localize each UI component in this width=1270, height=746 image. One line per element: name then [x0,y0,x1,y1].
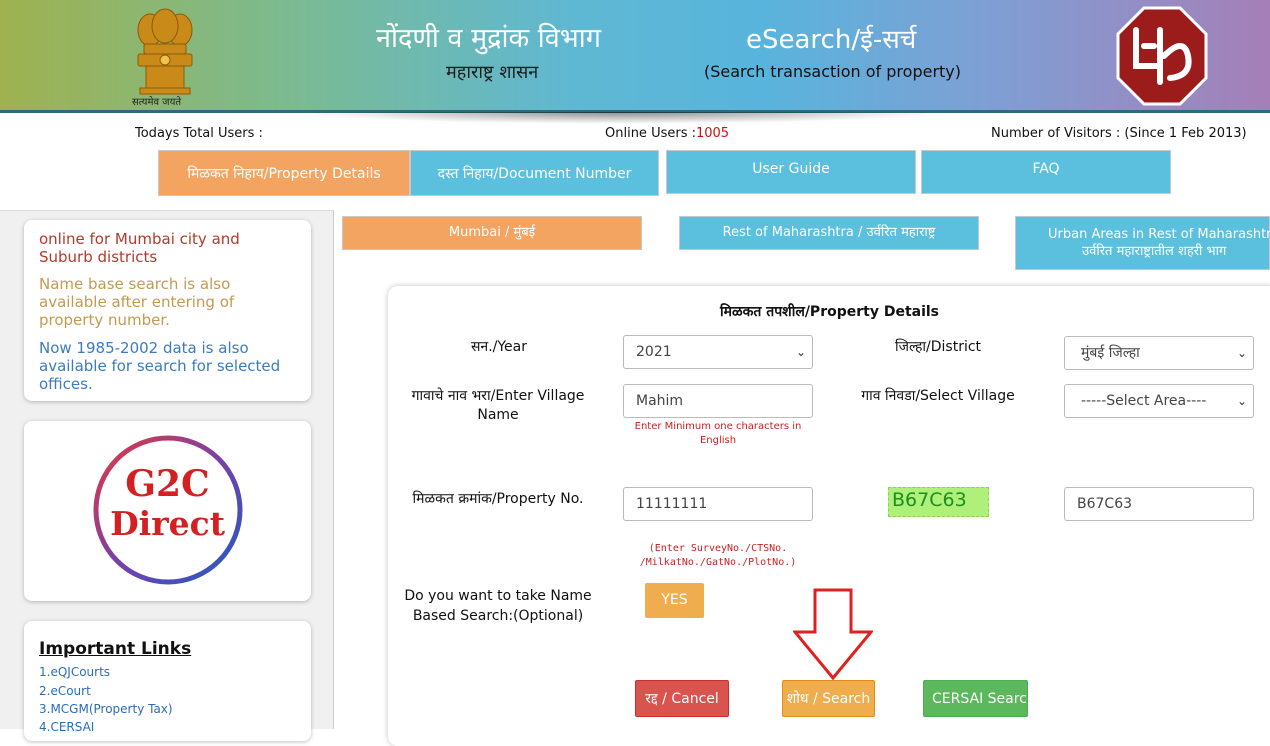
year-label: सन./Year [470,339,528,355]
chevron-down-icon: ⌄ [1236,394,1247,408]
todays-users: Todays Total Users : [135,126,263,141]
village-name-label: गावाचे नाव भरा/Enter Village Name [400,386,596,423]
year-select[interactable]: 2021 ⌄ [623,335,813,369]
captcha-input[interactable]: B67C63 [1064,487,1254,521]
village-hint: Enter Minimum one characters in English [623,420,813,448]
g2c-text: G2C [125,463,210,505]
link-cersai[interactable]: 4.CERSAI [39,720,94,734]
news-ticker: online for Mumbai city and Suburb distri… [24,220,311,401]
app-title: eSearch/ई-सर्च [746,25,917,55]
app-subtitle: (Search transaction of property) [704,62,962,81]
tab-faq[interactable]: FAQ [921,150,1171,194]
yes-button[interactable]: YES [645,583,704,618]
department-title: नोंदणी व मुद्रांक विभाग [376,23,601,54]
village-name-label-line1: गावाचे नाव भरा/Enter Village [411,388,585,404]
search-button[interactable]: शोध / Search [782,680,875,717]
captcha-image: B67C63 [888,487,989,517]
region-tab-urban-label-marathi: उर्वरित महाराष्ट्रातील शहरी भाग [1082,244,1227,259]
form-title: मिळकत तपशील/Property Details [720,304,940,320]
visitor-count: Number of Visitors : (Since 1 Feb 2013) [991,126,1247,141]
cancel-button[interactable]: रद्द / Cancel [635,680,729,717]
region-tab-rest-maharashtra[interactable]: Rest of Maharashtra / उर्वरित महाराष्ट्र [679,216,979,250]
select-village-dropdown[interactable]: -----Select Area---- ⌄ [1064,384,1254,418]
year-select-value: 2021 [636,344,672,360]
name-based-search-label-line2: Based Search:(Optional) [412,608,584,624]
select-village-label: गाव निवडा/Select Village [861,388,1015,404]
important-links-card: Important Links 1.eQJCourts 2.eCourt 3.M… [24,621,311,741]
property-number-hint-line2: /MilkatNo./GatNo./PlotNo.) [639,557,797,568]
department-logo-icon [1114,6,1210,106]
chevron-down-icon: ⌄ [795,345,806,359]
g2c-direct-card[interactable]: G2C Direct [24,421,311,601]
government-subtitle: महाराष्ट्र शासन [446,62,539,83]
news-item: online for Mumbai city and Suburb distri… [39,230,240,266]
tab-property-details[interactable]: मिळकत निहाय/Property Details [158,150,410,196]
property-number-hint-line1: (Enter SurveyNo./CTSNo. [648,543,788,554]
name-based-search-label: Do you want to take Name Based Search:(O… [398,586,598,626]
online-users: Online Users :1005 [605,126,729,141]
news-item: Now 1985-2002 data is also available for… [39,339,281,393]
direct-text: Direct [110,504,225,543]
district-label: जिल्हा/District [894,339,982,355]
select-village-value: -----Select Area---- [1081,393,1207,409]
link-ecourt[interactable]: 2.eCourt [39,684,91,698]
header-shadow [300,112,940,124]
property-number-input[interactable]: 11111111 [623,487,813,521]
important-links-title: Important Links [39,639,192,659]
online-users-count: 1005 [695,126,730,141]
region-tab-urban-areas[interactable]: Urban Areas in Rest of Maharashtra उर्वर… [1015,216,1270,270]
online-users-label: Online Users : [605,126,696,141]
village-hint-line2: English [699,435,737,446]
chevron-down-icon: ⌄ [1236,346,1247,360]
link-mcgm[interactable]: 3.MCGM(Property Tax) [39,702,173,716]
village-name-label-line2: Name [477,407,519,423]
property-number-hint: (Enter SurveyNo./CTSNo. /MilkatNo./GatNo… [623,542,813,570]
district-select[interactable]: मुंबई जिल्हा ⌄ [1064,336,1254,370]
news-item: Name base search is also available after… [39,275,235,329]
property-number-label: मिळकत क्रमांक/Property No. [412,491,584,507]
village-hint-line1: Enter Minimum one characters in [634,421,802,432]
region-tab-mumbai[interactable]: Mumbai / मुंबई [342,216,642,250]
national-emblem-icon [126,8,204,108]
arrow-down-icon [793,588,873,680]
region-tab-urban-label: Urban Areas in Rest of Maharashtra [1048,227,1270,242]
district-select-value: मुंबई जिल्हा [1081,345,1140,361]
name-based-search-label-line1: Do you want to take Name [404,588,592,604]
link-ejcourts[interactable]: 1.eQJCourts [39,665,110,679]
tab-user-guide[interactable]: User Guide [666,150,916,194]
village-name-input[interactable]: Mahim [623,384,813,418]
tab-document-number[interactable]: दस्त निहाय/Document Number [410,150,659,196]
emblem-caption: सत्यमेव जयते [132,97,182,108]
cersai-search-button[interactable]: CERSAI Search [923,680,1028,717]
